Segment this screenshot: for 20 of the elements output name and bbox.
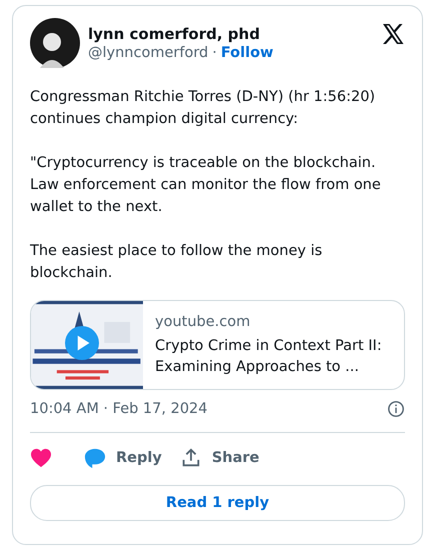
follow-link[interactable]: Follow bbox=[220, 45, 274, 61]
post-text: "Cryptocurrency is traceable on the blockchain. Law enforcement can monitor the flow from one wallet to the next. bbox=[30, 154, 382, 217]
link-card[interactable]: youtube.com Crypto Crime in Context Part II: Examining Approaches to ... bbox=[30, 300, 405, 390]
timestamp[interactable]: 10:04 AM · Feb 17, 2024 bbox=[30, 401, 208, 417]
link-title: Crypto Crime in Context Part II: Examining Approaches to ... bbox=[155, 337, 383, 377]
speech-bubble-icon[interactable] bbox=[84, 447, 106, 469]
author-name[interactable]: lynn comerford, phd bbox=[88, 25, 373, 43]
link-domain: youtube.com bbox=[155, 313, 252, 332]
play-icon[interactable] bbox=[65, 326, 99, 360]
share-button[interactable]: Share bbox=[180, 443, 260, 473]
avatar[interactable] bbox=[30, 18, 80, 68]
info-icon[interactable] bbox=[387, 400, 405, 418]
post-text: Congressman Ritchie Torres (D-NY) (hr 1:56:20) continues champion digital currency: bbox=[30, 88, 376, 129]
heart-icon[interactable] bbox=[30, 448, 52, 468]
reply-button[interactable]: Reply bbox=[84, 443, 162, 473]
author-handle[interactable]: @lynncomerford bbox=[88, 45, 208, 61]
read-replies-button[interactable]: Read 1 reply bbox=[30, 485, 405, 521]
post-text: The easiest place to follow the money is blockchain. bbox=[30, 242, 324, 283]
separator-dot: · bbox=[212, 45, 217, 61]
x-logo-icon[interactable] bbox=[381, 22, 405, 46]
